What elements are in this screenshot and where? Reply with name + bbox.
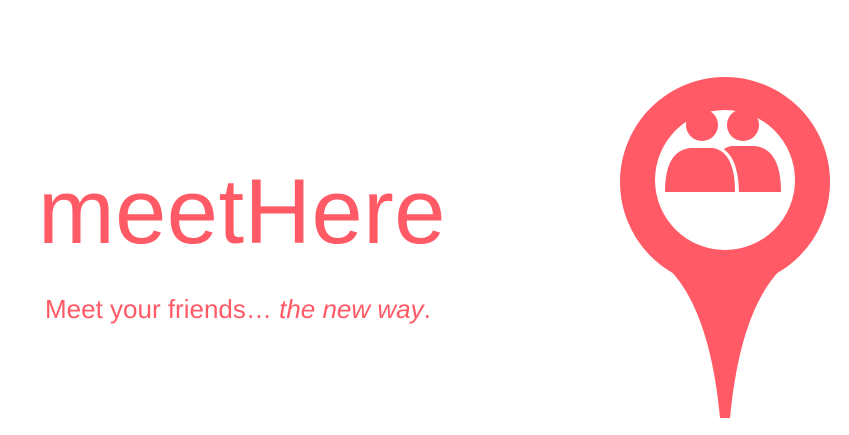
brand-title: meetHere	[38, 161, 446, 263]
tagline-suffix: .	[423, 294, 431, 324]
tagline-prefix: Meet your friends…	[45, 294, 280, 324]
tagline-emphasis: the new way	[279, 294, 424, 324]
tagline: Meet your friends… the new way.	[45, 292, 431, 326]
map-pin-icon	[620, 77, 830, 418]
